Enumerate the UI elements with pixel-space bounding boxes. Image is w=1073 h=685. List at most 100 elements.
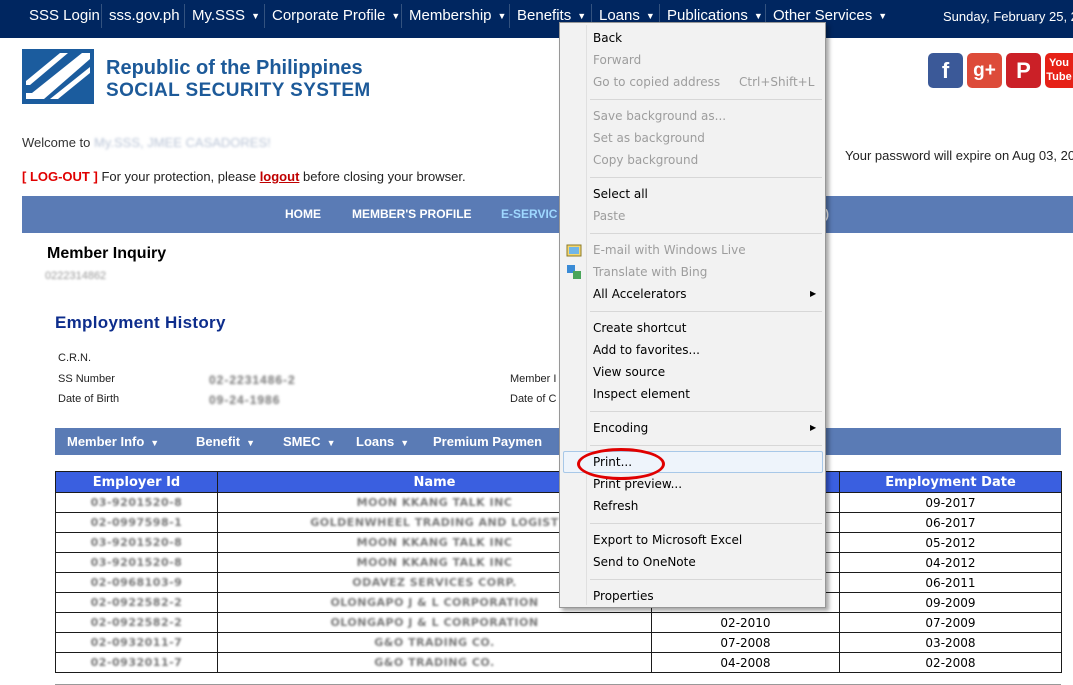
menu-separator <box>590 99 822 100</box>
col-employer-id: Employer Id <box>55 471 218 493</box>
tab-member-info[interactable]: Member Info ▼ <box>67 428 159 457</box>
menu-shortcut-ctrl-shift-l: Ctrl+Shift+L <box>739 75 815 89</box>
crn-label: C.R.N. <box>58 352 91 364</box>
dob-value: 09-24-1986 <box>209 393 281 407</box>
employment-date-cell: 02-2008 <box>839 652 1062 673</box>
youtube-icon[interactable]: You Tube <box>1045 53 1073 88</box>
menu-export-excel[interactable]: Export to Microsoft Excel <box>593 530 742 550</box>
name-cell: G&O TRADING CO. <box>217 652 652 673</box>
caret-down-icon: ▼ <box>878 11 888 21</box>
logout-link[interactable]: logout <box>260 169 300 184</box>
current-date: Sunday, February 25, 20 <box>943 9 1073 24</box>
nav-sss-gov-ph-label: sss.gov.ph <box>109 7 180 24</box>
separation-date-cell: 04-2008 <box>651 652 840 673</box>
org-title-line1: Republic of the Philippines <box>106 57 363 79</box>
employer-id-cell: 02-0922582-2 <box>55 612 218 633</box>
ss-number-value: 02-2231486-2 <box>209 373 296 387</box>
col-employment-date: Employment Date <box>839 471 1062 493</box>
menu-view-source[interactable]: View source <box>593 362 665 382</box>
logout-notice: [ LOG-OUT ] For your protection, please … <box>22 169 466 184</box>
caret-down-icon: ▼ <box>497 11 507 21</box>
windows-live-mail-icon <box>566 242 582 258</box>
tab-premium-payment[interactable]: Premium Paymen <box>433 428 542 455</box>
welcome-username: My.SSS, JMEE CASADORES! <box>94 135 271 150</box>
menu-send-onenote[interactable]: Send to OneNote <box>593 552 696 572</box>
logout-text: For your protection, please <box>97 169 260 184</box>
table-row: 02-0932011-7 G&O TRADING CO. 04-2008 02-200… <box>55 652 1062 673</box>
bing-translate-icon <box>566 264 582 280</box>
nav-divider <box>401 4 402 28</box>
menu-properties[interactable]: Properties <box>593 586 654 606</box>
sss-logo <box>22 49 94 104</box>
sss-logo-icon <box>22 49 94 104</box>
nav-membership[interactable]: Membership ▼ <box>409 0 506 31</box>
nav-divider <box>101 4 102 28</box>
menu-set-as-background: Set as background <box>593 131 705 145</box>
logout-tag[interactable]: [ LOG-OUT ] <box>22 169 98 184</box>
caret-down-icon: ▼ <box>400 438 410 448</box>
nav-members-profile[interactable]: MEMBER'S PROFILE <box>352 196 472 233</box>
caret-down-icon: ▼ <box>251 11 260 21</box>
table-row: 02-0922582-2 OLONGAPO J & L CORPORATION 02… <box>55 612 1062 633</box>
employment-date-cell: 03-2008 <box>839 632 1062 653</box>
pinterest-icon-glyph: P <box>1016 58 1031 83</box>
nav-home[interactable]: HOME <box>285 196 321 233</box>
menu-copy-background: Copy background <box>593 153 699 167</box>
menu-create-shortcut[interactable]: Create shortcut <box>593 318 686 338</box>
tab-smec[interactable]: SMEC ▼ <box>283 428 335 457</box>
employment-date-cell: 04-2012 <box>839 552 1062 573</box>
dob-label: Date of Birth <box>58 393 120 405</box>
nav-my-sss-label: My.SSS <box>192 7 246 24</box>
facebook-icon[interactable]: f <box>928 53 963 88</box>
menu-separator <box>590 579 822 580</box>
caret-down-icon: ▼ <box>645 11 655 21</box>
nav-e-services[interactable]: E-SERVIC <box>501 196 557 233</box>
employer-id-cell: 02-0922582-2 <box>55 592 218 613</box>
tab-benefit[interactable]: Benefit ▼ <box>196 428 255 457</box>
tab-loans-label: Loans <box>356 434 395 449</box>
menu-all-accelerators[interactable]: All Accelerators <box>593 284 687 304</box>
menu-translate-bing: Translate with Bing <box>593 265 708 279</box>
employer-id-cell: 02-0932011-7 <box>55 632 218 653</box>
nav-divider <box>264 4 265 28</box>
ss-number-label: SS Number <box>58 373 115 385</box>
name-cell: G&O TRADING CO. <box>217 632 652 653</box>
employer-id-cell: 03-9201520-8 <box>55 532 218 553</box>
context-menu: Back Forward Go to copied address Ctrl+S… <box>559 22 826 608</box>
nav-sss-gov-ph[interactable]: sss.gov.ph <box>109 0 180 31</box>
caret-down-icon: ▼ <box>753 11 763 21</box>
nav-membership-label: Membership <box>409 7 492 24</box>
employment-date-cell: 09-2009 <box>839 592 1062 613</box>
employment-date-cell: 09-2017 <box>839 492 1062 513</box>
menu-separator <box>590 411 822 412</box>
submenu-arrow-icon: ▶ <box>810 423 817 432</box>
menu-separator <box>590 445 822 446</box>
red-highlight-circle <box>577 448 665 480</box>
menu-select-all[interactable]: Select all <box>593 184 648 204</box>
menu-add-to-favorites[interactable]: Add to favorites... <box>593 340 700 360</box>
nav-divider <box>184 4 185 28</box>
member-tabs-bar: Member Info ▼ Benefit ▼ SMEC ▼ Loans ▼ Premi… <box>55 428 1061 455</box>
menu-separator <box>590 177 822 178</box>
employment-history-title: Employment History <box>55 313 226 332</box>
menu-refresh[interactable]: Refresh <box>593 496 638 516</box>
date-of-label: Date of C <box>510 393 557 405</box>
pinterest-icon[interactable]: P <box>1006 53 1041 88</box>
employer-id-cell: 02-0997598-1 <box>55 512 218 533</box>
menu-back[interactable]: Back <box>593 28 622 48</box>
menu-email-windows-live: E-mail with Windows Live <box>593 243 746 257</box>
caret-down-icon: ▼ <box>326 438 336 448</box>
org-title-line2: SOCIAL SECURITY SYSTEM <box>106 80 371 101</box>
name-cell: OLONGAPO J & L CORPORATION <box>217 612 652 633</box>
tab-benefit-label: Benefit <box>196 434 241 449</box>
nav-my-sss[interactable]: My.SSS ▼ <box>192 0 260 31</box>
employer-id-cell: 03-9201520-8 <box>55 552 218 573</box>
nav-sss-login[interactable]: SSS Login <box>29 0 100 31</box>
caret-down-icon: ▼ <box>391 11 401 21</box>
employment-date-cell: 07-2009 <box>839 612 1062 633</box>
google-plus-icon[interactable]: g+ <box>967 53 1002 88</box>
nav-corporate-profile[interactable]: Corporate Profile ▼ <box>272 0 400 31</box>
tab-loans[interactable]: Loans ▼ <box>356 428 409 457</box>
menu-encoding[interactable]: Encoding <box>593 418 648 438</box>
menu-inspect-element[interactable]: Inspect element <box>593 384 690 404</box>
